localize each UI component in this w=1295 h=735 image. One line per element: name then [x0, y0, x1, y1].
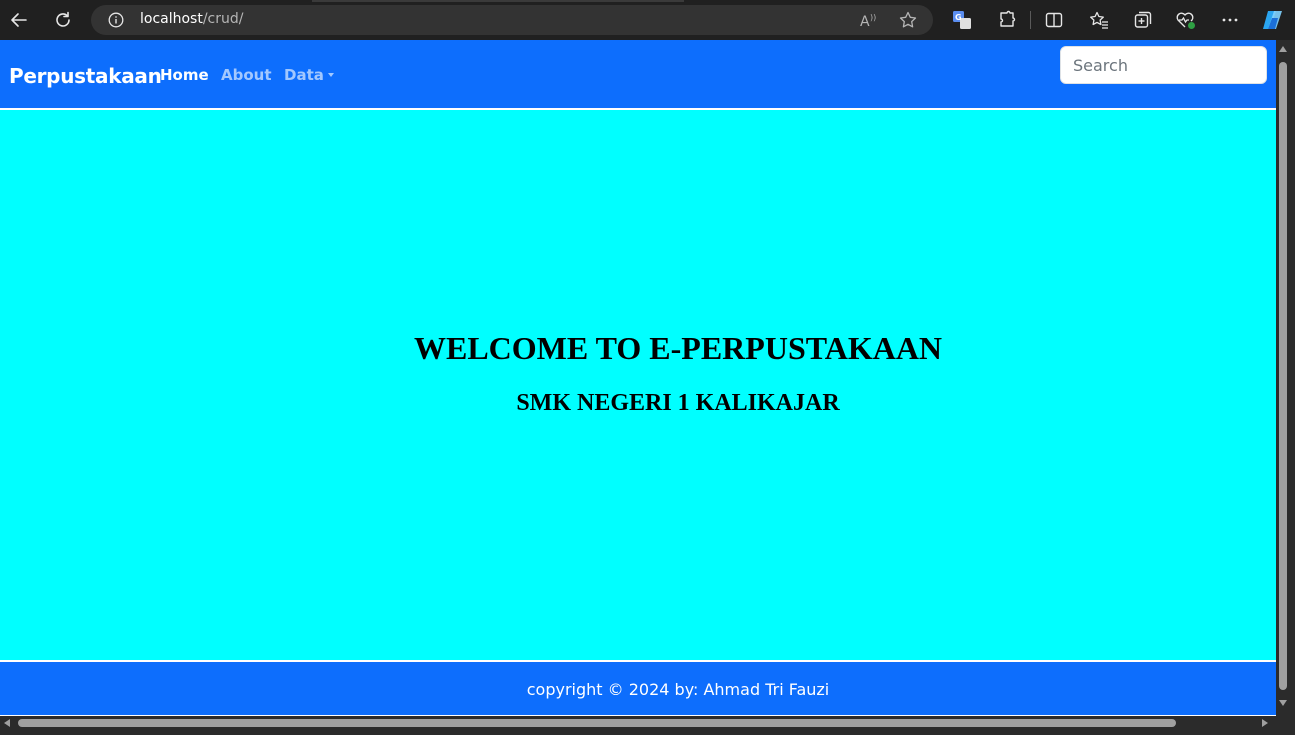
url-path: /crud/ — [202, 11, 244, 27]
scroll-right-arrow-icon[interactable] — [1262, 719, 1268, 727]
footer-copyright: copyright © 2024 by: Ahmad Tri Fauzi — [526, 680, 830, 699]
hero-title: WELCOME TO E-PERPUSTAKAAN — [413, 330, 943, 366]
svg-text:A: A — [860, 14, 870, 29]
scroll-up-arrow-icon[interactable] — [1279, 46, 1287, 52]
scrollbar-corner — [1276, 716, 1295, 735]
scroll-down-arrow-icon[interactable] — [1279, 700, 1287, 706]
address-bar[interactable]: localhost/crud/ A)) — [91, 5, 933, 35]
back-icon[interactable] — [7, 8, 31, 32]
horizontal-scroll-thumb[interactable] — [18, 719, 1176, 727]
nav-link-home[interactable]: Home — [160, 66, 209, 84]
scroll-left-arrow-icon[interactable] — [4, 719, 10, 727]
more-options-icon[interactable] — [1219, 9, 1241, 31]
refresh-icon[interactable] — [51, 8, 75, 32]
translate-icon[interactable]: G — [951, 9, 973, 31]
horizontal-scrollbar[interactable] — [0, 716, 1276, 735]
url-text[interactable]: localhost/crud/ — [140, 11, 244, 27]
tab-strip-edge — [312, 0, 684, 2]
hero-subtitle: SMK NEGERI 1 KALIKAJAR — [516, 390, 840, 416]
svg-text:G: G — [955, 13, 962, 22]
page-viewport: Perpustakaan Home About Data WELCOME TO … — [0, 40, 1276, 716]
read-aloud-icon[interactable]: A)) — [859, 11, 879, 34]
collections-icon[interactable] — [1132, 9, 1154, 31]
toolbar-divider — [1030, 11, 1031, 29]
navbar-brand[interactable]: Perpustakaan — [9, 64, 162, 88]
favorite-star-icon[interactable] — [899, 11, 917, 34]
favorites-icon[interactable] — [1088, 9, 1110, 31]
search-input[interactable] — [1060, 46, 1267, 84]
dropdown-caret-icon[interactable] — [328, 73, 334, 77]
site-info-icon[interactable] — [108, 12, 124, 33]
nav-link-data-dropdown[interactable]: Data — [284, 66, 324, 84]
hero-section: WELCOME TO E-PERPUSTAKAAN SMK NEGERI 1 K… — [0, 110, 1276, 660]
copilot-icon[interactable] — [1260, 9, 1286, 31]
svg-text:)): )) — [870, 13, 876, 22]
nav-link-about[interactable]: About — [221, 66, 272, 84]
vertical-scrollbar[interactable] — [1276, 40, 1295, 716]
vertical-scroll-thumb[interactable] — [1279, 62, 1287, 690]
split-screen-icon[interactable] — [1043, 9, 1065, 31]
footer: copyright © 2024 by: Ahmad Tri Fauzi — [0, 662, 1276, 715]
browser-toolbar: localhost/crud/ A)) G — [0, 0, 1295, 40]
browser-essentials-icon[interactable] — [1175, 9, 1197, 31]
url-host: localhost — [140, 11, 203, 27]
extensions-icon[interactable] — [996, 9, 1018, 31]
navbar: Perpustakaan Home About Data — [0, 40, 1276, 108]
